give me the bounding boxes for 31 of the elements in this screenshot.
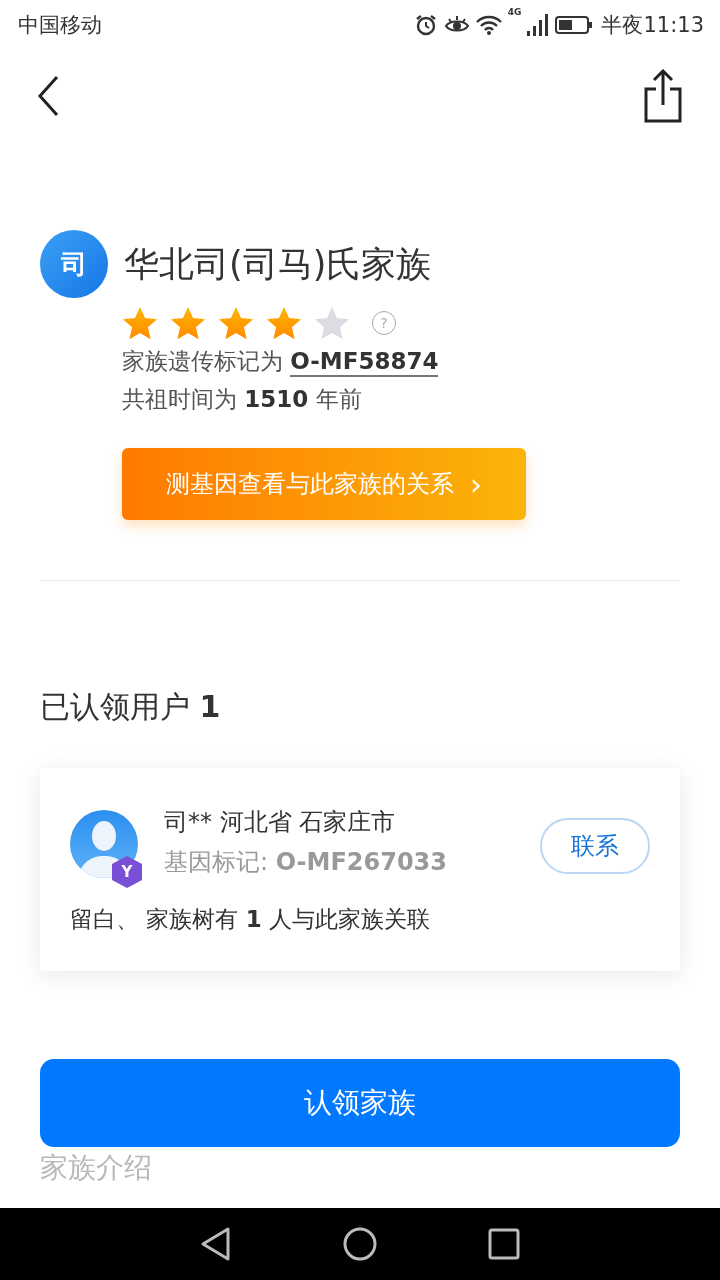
marker-label: 家族遗传标记为 — [122, 348, 284, 374]
star-icon — [122, 306, 158, 340]
gene-test-button[interactable]: 测基因查看与此家族的关系 › — [122, 448, 526, 520]
family-avatar: 司 — [40, 230, 108, 298]
eye-icon — [443, 15, 470, 35]
marker-link[interactable]: O-MF58874 — [290, 348, 439, 377]
back-icon[interactable] — [36, 74, 60, 118]
share-icon[interactable] — [644, 69, 682, 123]
ancestor-time: 共祖时间为 1510 年前 — [122, 385, 363, 414]
wifi-icon — [475, 14, 502, 36]
back-icon[interactable] — [200, 1226, 232, 1262]
user-name-location: 司** 河北省 石家庄市 — [164, 807, 397, 838]
claim-family-button[interactable]: 认领家族 — [40, 1059, 680, 1147]
star-icon — [218, 306, 254, 340]
star-icon — [170, 306, 206, 340]
gene-marker: 基因标记: O-MF267033 — [164, 847, 448, 878]
section-heading: 家族介绍 — [40, 1151, 152, 1185]
recents-icon[interactable] — [488, 1228, 520, 1260]
signal-icon — [527, 14, 550, 36]
carrier-name: 中国移动 — [18, 12, 102, 39]
family-title: 华北司(司马)氏家族 — [124, 242, 432, 286]
clock-time: 半夜11:13 — [601, 12, 704, 39]
section-heading: 已认领用户 1 — [40, 688, 222, 726]
user-note: 留白、 家族树有 1 人与此家族关联 — [70, 905, 431, 934]
network-label: 4G — [507, 7, 522, 17]
contact-button[interactable]: 联系 — [540, 818, 650, 874]
star-icon — [314, 306, 350, 340]
home-icon[interactable] — [342, 1226, 378, 1262]
star-icon — [266, 306, 302, 340]
level-badge: Y — [112, 856, 142, 888]
battery-icon — [555, 15, 594, 35]
